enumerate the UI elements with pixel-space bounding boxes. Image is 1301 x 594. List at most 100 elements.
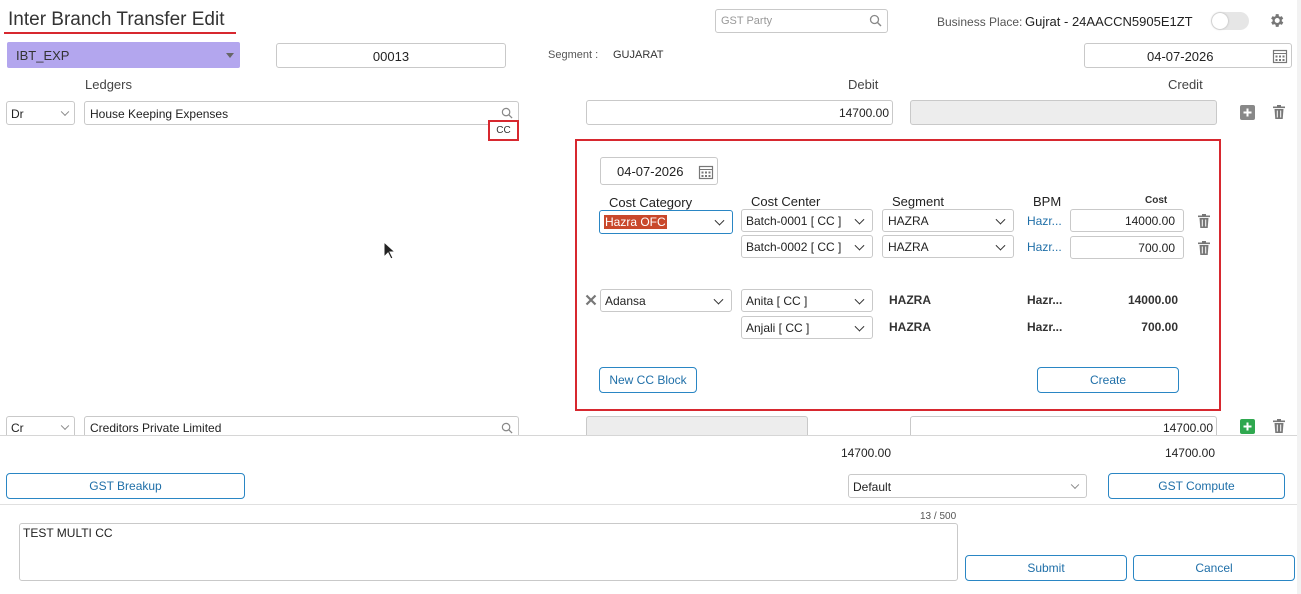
total-credit: 14700.00	[1164, 446, 1215, 460]
credit-value: 14700.00	[1162, 421, 1213, 435]
voucher-date-input[interactable]: 04-07-2026	[1084, 43, 1292, 68]
cost-center-select-line2[interactable]: Batch-0002 [ CC ]	[741, 235, 873, 258]
segment-select-line1[interactable]: HAZRA	[882, 209, 1014, 232]
toggle-knob	[1212, 13, 1228, 29]
gst-party-search-input[interactable]: GST Party	[715, 9, 888, 33]
segment-select-line2[interactable]: HAZRA	[882, 235, 1014, 258]
saved-cost-center-select-line1[interactable]: Anita [ CC ]	[741, 289, 873, 312]
cost-input-line2[interactable]: 700.00	[1070, 236, 1184, 259]
create-button[interactable]: Create	[1037, 367, 1179, 393]
search-icon[interactable]	[869, 14, 882, 30]
segment-value: HAZRA	[888, 240, 929, 254]
credit-input-row2[interactable]: 14700.00	[910, 416, 1217, 436]
segment-value: HAZRA	[888, 214, 929, 228]
mouse-cursor-icon	[383, 240, 397, 263]
bpm-header: BPM	[1033, 194, 1062, 209]
cost-category-header: Cost Category	[609, 195, 693, 210]
cc-tag-button[interactable]: CC	[488, 120, 519, 141]
drcr-select-row1[interactable]: Dr	[6, 101, 75, 125]
business-place-value: Gujrat - 24AACCN5905E1ZT	[1025, 14, 1193, 29]
gst-party-placeholder: GST Party	[721, 15, 773, 27]
saved-bpm-line2: Hazr...	[1027, 320, 1063, 334]
debit-column-header: Debit	[848, 77, 879, 92]
voucher-date-value: 04-07-2026	[1147, 49, 1214, 64]
ledger-value: Creditors Private Limited	[90, 421, 222, 435]
debit-input-row2	[586, 416, 808, 436]
narration-char-count: 13 / 500	[920, 511, 957, 522]
chevron-down-icon	[854, 214, 865, 225]
submit-button[interactable]: Submit	[965, 555, 1127, 581]
business-place-label: Business Place:	[937, 15, 1023, 29]
narration-textarea[interactable]: TEST MULTI CC	[19, 523, 958, 581]
bpm-link-line2[interactable]: Hazr...	[1027, 240, 1062, 254]
credit-input-row1	[910, 100, 1217, 125]
delete-trash-icon[interactable]	[1273, 105, 1285, 119]
ledger-value: House Keeping Expenses	[90, 107, 229, 121]
gst-breakup-button[interactable]: GST Breakup	[6, 473, 245, 499]
add-row-icon[interactable]	[1240, 419, 1255, 434]
chevron-down-icon	[60, 421, 70, 431]
saved-segment-line2: HAZRA	[889, 320, 931, 334]
ledger-input-row2[interactable]: Creditors Private Limited	[84, 416, 519, 436]
drcr-select-row2[interactable]: Cr	[6, 416, 75, 436]
saved-cost-line2: 700.00	[1141, 320, 1178, 334]
chevron-down-icon	[713, 294, 724, 305]
cost-center-select-line1[interactable]: Batch-0001 [ CC ]	[741, 209, 873, 232]
add-row-icon[interactable]	[1240, 105, 1255, 120]
saved-cost-line1: 14000.00	[1127, 293, 1178, 307]
cost-center-value: Anjali [ CC ]	[746, 321, 810, 335]
calendar-icon[interactable]	[698, 164, 714, 183]
debit-value: 14700.00	[838, 106, 889, 120]
compute-mode-value: Default	[853, 480, 892, 494]
cost-center-value: Batch-0002 [ CC ]	[746, 240, 842, 254]
drcr-value: Dr	[11, 107, 24, 121]
drcr-value: Cr	[11, 421, 24, 435]
chevron-down-icon	[995, 240, 1006, 251]
cost-center-header: Cost Center	[751, 194, 821, 209]
delete-trash-icon[interactable]	[1198, 241, 1210, 255]
cost-center-value: Batch-0001 [ CC ]	[746, 214, 842, 228]
chevron-down-icon	[714, 215, 725, 226]
scrollbar-track[interactable]	[1297, 0, 1301, 594]
calendar-icon[interactable]	[1272, 48, 1288, 67]
cc-tag-label: CC	[496, 125, 511, 136]
compute-mode-select[interactable]: Default	[848, 474, 1087, 498]
cc-date-value: 04-07-2026	[617, 164, 684, 179]
cost-header: Cost	[1145, 195, 1168, 206]
chevron-down-icon	[854, 240, 865, 251]
cost-input-line1[interactable]: 14000.00	[1070, 209, 1184, 232]
toggle-switch[interactable]	[1211, 12, 1249, 30]
narration-text: TEST MULTI CC	[23, 526, 113, 540]
voucher-type-select[interactable]: IBT_EXP	[7, 42, 240, 68]
delete-trash-icon[interactable]	[1273, 419, 1285, 433]
ledgers-column-header: Ledgers	[85, 77, 132, 92]
debit-input-row1[interactable]: 14700.00	[586, 100, 893, 125]
cost-center-value: Anita [ CC ]	[746, 294, 808, 308]
delete-trash-icon[interactable]	[1198, 214, 1210, 228]
segment-header: Segment	[892, 194, 945, 209]
segment-label: Segment :	[548, 49, 599, 61]
saved-bpm-line1: Hazr...	[1027, 293, 1063, 307]
title-underline	[4, 32, 236, 34]
voucher-type-value: IBT_EXP	[16, 48, 70, 63]
settings-gear-icon[interactable]	[1268, 12, 1285, 32]
total-debit: 14700.00	[840, 446, 891, 460]
cost-value: 14000.00	[1124, 214, 1175, 228]
cost-value: 700.00	[1138, 241, 1175, 255]
cost-category-select[interactable]: Hazra OFC	[599, 210, 733, 234]
ledger-input-row1[interactable]: House Keeping Expenses	[84, 101, 519, 125]
chevron-down-icon	[854, 321, 865, 332]
cost-category-value: Hazra OFC	[604, 215, 667, 229]
voucher-number-input[interactable]: 00013	[276, 43, 506, 68]
rows-divider	[0, 435, 1301, 436]
new-cc-block-button[interactable]: New CC Block	[599, 367, 697, 393]
remove-block-close-icon[interactable]	[585, 294, 597, 309]
gst-compute-button[interactable]: GST Compute	[1108, 473, 1285, 499]
saved-cost-center-select-line2[interactable]: Anjali [ CC ]	[741, 316, 873, 339]
page-title: Inter Branch Transfer Edit	[8, 9, 225, 30]
saved-cost-category-select[interactable]: Adansa	[600, 289, 732, 312]
bpm-link-line1[interactable]: Hazr...	[1027, 214, 1062, 228]
cancel-button[interactable]: Cancel	[1133, 555, 1295, 581]
cc-date-input[interactable]: 04-07-2026	[600, 157, 718, 185]
chevron-down-icon	[854, 294, 865, 305]
